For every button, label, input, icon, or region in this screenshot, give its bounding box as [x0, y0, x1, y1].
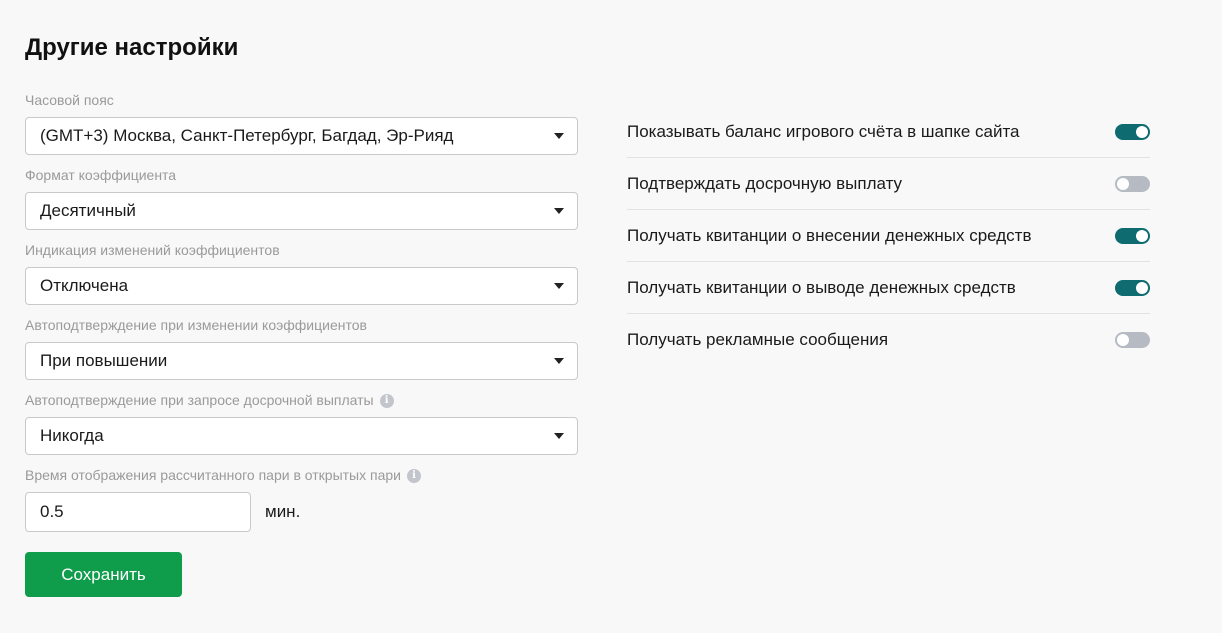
show-balance-toggle[interactable]: [1115, 123, 1150, 140]
toggle-label: Подтверждать досрочную выплату: [627, 173, 903, 193]
promo-messages-toggle[interactable]: [1115, 332, 1150, 348]
toggle-row-withdrawal-receipts: Получать квитанции о выводе денежных сре…: [627, 262, 1150, 314]
timezone-select[interactable]: (GMT+3) Москва, Санкт-Петербург, Багдад,…: [25, 117, 578, 155]
caret-down-icon: [554, 133, 564, 139]
auto-confirm-cashout-label: Автоподтверждение при запросе досрочной …: [25, 392, 578, 409]
auto-confirm-odds-label: Автоподтверждение при изменении коэффици…: [25, 317, 367, 333]
auto-confirm-odds-value: При повышении: [40, 351, 168, 370]
toggle-knob: [1117, 177, 1129, 190]
auto-confirm-odds-field: Автоподтверждение при изменении коэффици…: [25, 317, 578, 392]
toggle-row-promo-messages: Получать рекламные сообщения: [627, 314, 1150, 366]
settled-bet-time-label-text: Время отображения рассчитанного пари в о…: [25, 467, 401, 483]
odds-change-indication-select[interactable]: Отключена: [25, 267, 578, 305]
page-title: Другие настройки: [25, 34, 239, 61]
odds-format-select[interactable]: Десятичный: [25, 192, 578, 230]
auto-confirm-cashout-value: Никогда: [40, 426, 104, 445]
toggle-label: Получать рекламные сообщения: [627, 330, 889, 349]
toggle-knob: [1136, 281, 1148, 294]
timezone-value: (GMT+3) Москва, Санкт-Петербург, Багдад,…: [40, 126, 454, 145]
toggle-row-show-balance: Показывать баланс игрового счёта в шапке…: [627, 106, 1150, 158]
toggle-knob: [1136, 229, 1148, 242]
save-button[interactable]: Сохранить: [25, 552, 182, 597]
odds-format-label: Формат коэффициента: [25, 167, 177, 183]
odds-format-field: Формат коэффициента Десятичный: [25, 167, 578, 242]
info-icon[interactable]: i: [406, 468, 421, 483]
caret-down-icon: [554, 433, 564, 439]
auto-confirm-odds-select[interactable]: При повышении: [25, 342, 578, 380]
toggle-row-deposit-receipts: Получать квитанции о внесении денежных с…: [627, 210, 1150, 262]
timezone-field: Часовой пояс (GMT+3) Москва, Санкт-Петер…: [25, 92, 578, 167]
info-icon[interactable]: i: [379, 393, 394, 408]
settled-bet-time-row: мин.: [25, 492, 578, 532]
confirm-cashout-toggle[interactable]: [1115, 175, 1150, 192]
odds-format-value: Десятичный: [40, 201, 136, 220]
odds-change-indication-value: Отключена: [40, 276, 129, 295]
toggle-label: Получать квитанции о выводе денежных сре…: [627, 277, 1016, 297]
settled-bet-time-label: Время отображения рассчитанного пари в о…: [25, 467, 578, 484]
caret-down-icon: [554, 283, 564, 289]
toggle-label: Получать квитанции о внесении денежных с…: [627, 225, 1032, 245]
caret-down-icon: [554, 358, 564, 364]
toggle-list: Показывать баланс игрового счёта в шапке…: [627, 106, 1150, 366]
settings-form: Часовой пояс (GMT+3) Москва, Санкт-Петер…: [25, 92, 578, 542]
caret-down-icon: [554, 208, 564, 214]
settings-page: Другие настройки Часовой пояс (GMT+3) Мо…: [0, 0, 1222, 633]
auto-confirm-cashout-label-text: Автоподтверждение при запросе досрочной …: [25, 392, 374, 408]
toggle-row-confirm-cashout: Подтверждать досрочную выплату: [627, 158, 1150, 210]
odds-change-indication-label: Индикация изменений коэффициентов: [25, 242, 280, 258]
toggle-label: Показывать баланс игрового счёта в шапке…: [627, 121, 1020, 141]
settled-bet-time-input[interactable]: [25, 492, 251, 532]
toggle-knob: [1117, 334, 1129, 346]
settled-bet-time-field: Время отображения рассчитанного пари в о…: [25, 467, 578, 542]
auto-confirm-cashout-field: Автоподтверждение при запросе досрочной …: [25, 392, 578, 467]
withdrawal-receipts-toggle[interactable]: [1115, 279, 1150, 296]
odds-change-indication-field: Индикация изменений коэффициентов Отключ…: [25, 242, 578, 317]
time-unit-label: мин.: [265, 502, 301, 521]
deposit-receipts-toggle[interactable]: [1115, 227, 1150, 244]
timezone-label: Часовой пояс: [25, 92, 114, 108]
auto-confirm-cashout-select[interactable]: Никогда: [25, 417, 578, 455]
toggle-knob: [1136, 125, 1148, 138]
